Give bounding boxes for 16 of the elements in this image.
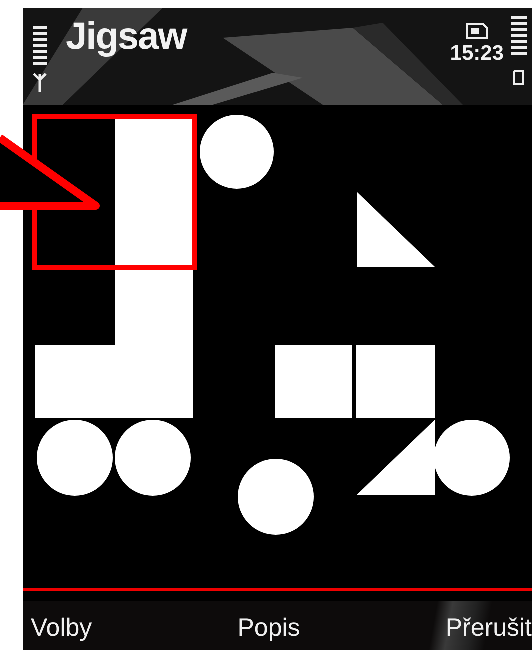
circle-piece[interactable] <box>238 459 314 535</box>
signal-strength-icon <box>32 26 48 92</box>
circle-piece[interactable] <box>37 420 113 496</box>
sim-card-icon <box>465 22 490 40</box>
battery-level-icon <box>510 16 528 86</box>
triangle-piece[interactable] <box>357 192 435 267</box>
app-title: Jigsaw <box>66 16 187 59</box>
softkey[interactable]: Popis <box>238 608 300 643</box>
triangle-piece[interactable] <box>357 420 435 495</box>
circle-piece[interactable] <box>200 115 274 189</box>
circle-piece[interactable] <box>115 420 191 496</box>
softkey[interactable]: Volby <box>31 608 92 643</box>
clock-time: 15:23 <box>450 42 504 66</box>
circle-piece[interactable] <box>434 420 510 496</box>
l-shaped-piece[interactable] <box>35 117 193 418</box>
softkey[interactable]: Přerušit <box>446 608 532 643</box>
